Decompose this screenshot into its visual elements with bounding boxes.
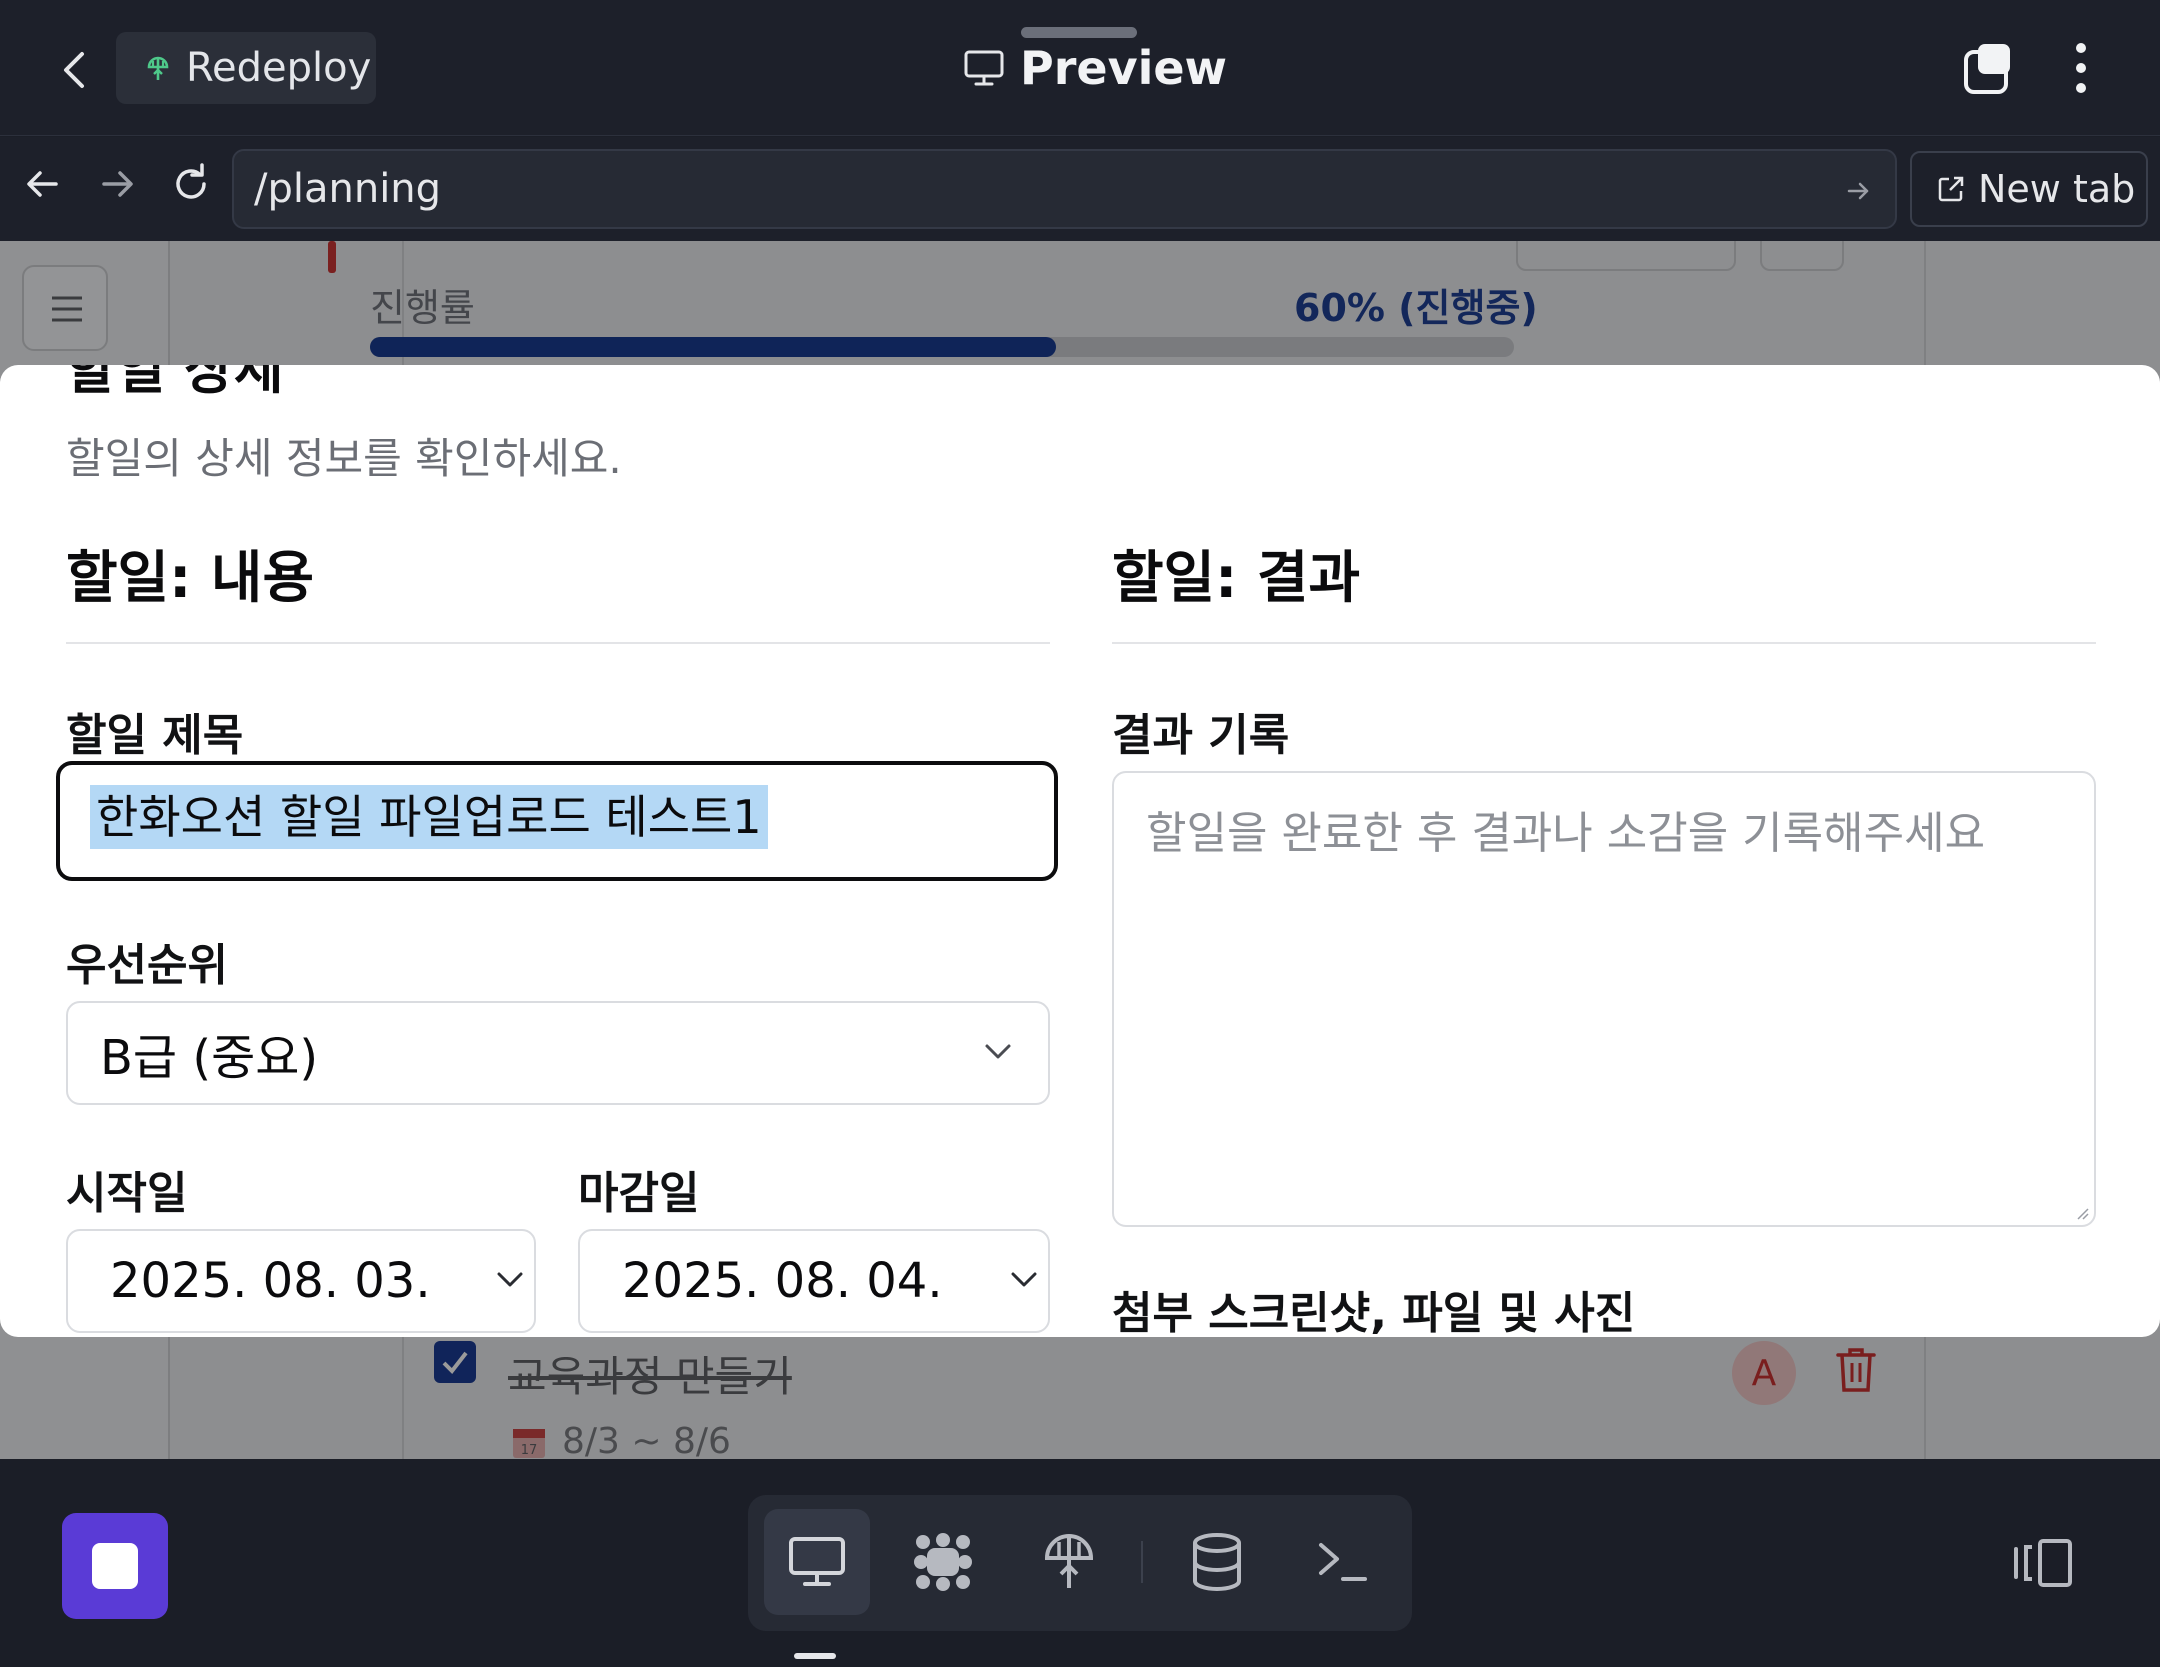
panel-toggle-icon[interactable]: [2012, 1535, 2074, 1591]
check-icon: [442, 1351, 468, 1375]
tabs-switcher-icon[interactable]: [1960, 40, 2016, 96]
assignee-initial: A: [1751, 1352, 1777, 1394]
chevron-down-icon: [985, 1044, 1011, 1059]
chevron-down-icon[interactable]: [496, 1271, 524, 1289]
nav-back-icon[interactable]: [18, 159, 68, 209]
start-date-input[interactable]: 2025. 08. 03.: [66, 1229, 536, 1333]
task-title: 교육과정 만들기: [508, 1352, 792, 1401]
bottom-toolbar: [0, 1459, 2160, 1667]
new-tab-label: New tab: [1978, 167, 2136, 211]
result-textarea[interactable]: 할일을 완료한 후 결과나 소감을 기록해주세요: [1112, 771, 2096, 1227]
external-link-icon: [1938, 176, 1964, 202]
browser-navbar: /planning New tab: [0, 137, 2160, 241]
app-header: Redeploy Preview: [0, 0, 2160, 136]
stop-button[interactable]: [62, 1513, 168, 1619]
start-date-label: 시작일: [66, 1168, 188, 1219]
preview-title-label: Preview: [1020, 41, 1228, 95]
task-date: 17 8/3 ~ 8/6: [510, 1421, 731, 1459]
due-date-value: 2025. 08. 04.: [622, 1253, 943, 1309]
terminal-icon: [1319, 1543, 1367, 1581]
assignee-avatar: A: [1732, 1341, 1796, 1405]
due-date-input[interactable]: 2025. 08. 04.: [578, 1229, 1050, 1333]
right-section-title: 할일: 결과: [1112, 546, 1360, 611]
dock-database-button[interactable]: [1164, 1509, 1270, 1615]
home-indicator[interactable]: [794, 1653, 836, 1659]
modal-title: 할일 상세: [66, 365, 284, 401]
go-arrow-icon[interactable]: [1843, 175, 1875, 207]
task-title-value: 한화오션 할일 파일업로드 테스트1: [90, 785, 768, 849]
background-action-button: [1516, 241, 1736, 271]
task-title-input[interactable]: 한화오션 할일 파일업로드 테스트1: [56, 761, 1058, 881]
due-date-label: 마감일: [578, 1168, 700, 1219]
redeploy-button[interactable]: Redeploy: [116, 32, 376, 104]
stop-icon: [92, 1543, 138, 1589]
nav-forward-icon[interactable]: [92, 159, 142, 209]
start-date-value: 2025. 08. 03.: [110, 1253, 431, 1309]
tool-dock: [748, 1495, 1412, 1631]
progress-bar: [370, 337, 1514, 357]
resize-grip-icon[interactable]: [2076, 1207, 2090, 1221]
modal-description: 할일의 상세 정보를 확인하세요.: [66, 434, 622, 483]
result-label: 결과 기록: [1112, 710, 1290, 761]
dock-deploy-button[interactable]: [1016, 1509, 1122, 1615]
dock-separator: [1141, 1541, 1143, 1583]
menu-button[interactable]: [22, 265, 108, 351]
progress-value: 60% (진행중): [1294, 286, 1538, 330]
hamburger-icon: [52, 296, 82, 322]
attachments-label: 첨부 스크린샷, 파일 및 사진: [1112, 1288, 1636, 1337]
dock-terminal-button[interactable]: [1290, 1509, 1396, 1615]
dock-apps-button[interactable]: [890, 1509, 996, 1615]
back-chevron-icon[interactable]: [52, 42, 100, 98]
chevron-down-icon[interactable]: [1010, 1271, 1038, 1289]
right-section-divider: [1112, 642, 2096, 644]
new-tab-button[interactable]: New tab: [1910, 151, 2148, 227]
task-checkbox: [434, 1341, 476, 1383]
priority-select[interactable]: B급 (중요): [66, 1001, 1050, 1105]
result-placeholder: 할일을 완료한 후 결과나 소감을 기록해주세요: [1146, 808, 1986, 859]
priority-value: B급 (중요): [100, 1030, 319, 1086]
left-section-title: 할일: 내용: [66, 546, 314, 611]
task-date-label: 8/3 ~ 8/6: [562, 1421, 731, 1459]
background-edit-button: [1760, 241, 1844, 271]
priority-marker: [328, 241, 336, 273]
deploy-tree-icon: [147, 56, 169, 80]
priority-label: 우선순위: [66, 940, 228, 991]
deploy-icon: [1044, 1533, 1094, 1588]
preview-title: Preview: [962, 36, 1227, 100]
left-section-divider: [66, 642, 1050, 644]
more-options-icon[interactable]: [2066, 40, 2096, 96]
calendar-icon: 17: [513, 1428, 545, 1458]
redeploy-label: Redeploy: [186, 45, 372, 91]
apps-icon: [914, 1533, 972, 1591]
task-detail-modal: 할일 상세 할일의 상세 정보를 확인하세요. 할일: 내용 할일: 결과 할일…: [0, 365, 2160, 1337]
url-value: /planning: [254, 166, 442, 212]
progress-label: 진행률: [370, 286, 475, 330]
monitor-icon: [964, 50, 1004, 86]
task-title-label: 할일 제목: [66, 710, 244, 761]
monitor-icon: [789, 1537, 845, 1586]
url-field[interactable]: /planning: [232, 149, 1897, 229]
progress-bar-fill: [370, 337, 1057, 357]
background-delete-button: [1866, 241, 1946, 271]
database-icon: [1193, 1533, 1241, 1591]
reload-icon[interactable]: [166, 159, 216, 209]
dock-preview-button[interactable]: [764, 1509, 870, 1615]
trash-icon: [1836, 1348, 1876, 1392]
svg-text:17: 17: [521, 1443, 538, 1458]
